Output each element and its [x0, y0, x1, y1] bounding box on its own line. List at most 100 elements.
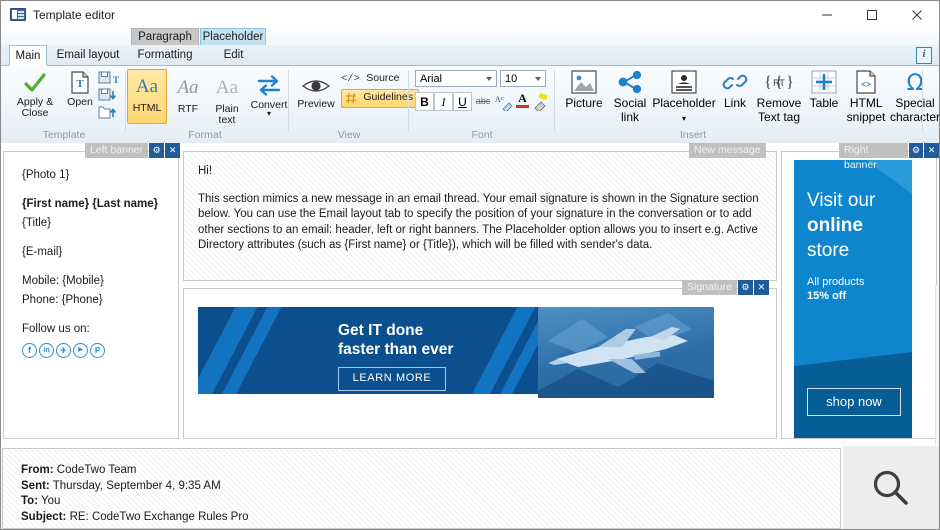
social-link-label-2: link — [620, 110, 639, 124]
right-banner-remove-icon[interactable]: ✕ — [924, 143, 939, 158]
link-button[interactable]: Link — [717, 70, 753, 110]
format-html-button[interactable]: Aa HTML — [127, 69, 167, 124]
link-chain-icon — [722, 70, 748, 94]
remove-text-tag-button[interactable]: { RT } { Remove Text tag — [753, 70, 805, 124]
preview-label: Preview — [297, 98, 335, 110]
banner-photo — [538, 307, 714, 398]
right-banner-image[interactable]: Visit our online store All products 15% … — [794, 160, 912, 438]
template-canvas[interactable]: Left banner ⚙ ✕ {Photo 1} {First name} {… — [1, 143, 939, 445]
shop-now-button[interactable]: shop now — [807, 388, 901, 416]
save-template-icons[interactable]: T — [97, 70, 121, 124]
signature-remove-icon[interactable]: ✕ — [753, 280, 769, 295]
tab-paragraph[interactable]: Paragraph — [131, 28, 199, 45]
linkedin-icon[interactable]: in — [39, 343, 54, 358]
new-message-section-tag: New message — [689, 143, 766, 158]
tab-placeholder[interactable]: Placeholder — [200, 28, 266, 45]
signature-tag-label: Signature — [682, 280, 737, 295]
convert-button[interactable]: Convert ▾ — [247, 70, 291, 118]
ribbon-group-insert: Picture Social link Placeholder ▾ Link {… — [555, 66, 940, 142]
format-plain-text-button[interactable]: Aa Plain text — [207, 70, 247, 126]
left-banner-settings-icon[interactable]: ⚙ — [149, 143, 165, 158]
facebook-icon[interactable]: f — [22, 343, 37, 358]
right-banner-settings-icon[interactable]: ⚙ — [908, 143, 924, 158]
minimize-button[interactable] — [804, 1, 849, 28]
preview-button[interactable]: Preview — [293, 70, 339, 110]
table-label: Table — [809, 96, 839, 110]
svg-text:Ω: Ω — [907, 71, 924, 94]
ribbon-separator-5 — [922, 70, 923, 132]
header-row-sent: Sent: Thursday, September 4, 9:35 AM — [21, 479, 840, 495]
special-character-button[interactable]: Ω Special character — [889, 70, 940, 124]
maximize-button[interactable] — [849, 1, 894, 28]
svg-text:T: T — [113, 75, 119, 85]
previous-message-panel[interactable]: From: CodeTwo Team Sent: Thursday, Septe… — [2, 448, 841, 529]
clear-formatting-icon: A c — [495, 95, 513, 111]
from-value: CodeTwo Team — [56, 464, 137, 476]
open-label: Open — [67, 96, 93, 108]
tab-email-layout[interactable]: Email layout — [49, 45, 127, 66]
close-button[interactable] — [894, 1, 939, 28]
subject-value: RE: CodeTwo Exchange Rules Pro — [69, 510, 249, 523]
open-button[interactable]: T Open — [59, 70, 101, 108]
search-icon — [873, 470, 908, 505]
font-size-select[interactable]: 10 — [500, 70, 546, 87]
name-placeholder: {First name} {Last name} — [22, 198, 159, 210]
template-editor-icon — [10, 8, 26, 21]
html-snippet-icon: <> — [853, 70, 879, 94]
group-label-template: Template — [42, 129, 86, 141]
placeholder-button[interactable]: Placeholder ▾ — [652, 70, 716, 124]
signature-banner-image[interactable]: Get IT done faster than ever LEARN MORE — [198, 307, 714, 398]
search-pane[interactable] — [843, 446, 939, 529]
banner-headline: Get IT done faster than ever — [338, 321, 453, 359]
clear-formatting-button[interactable]: A c — [494, 92, 514, 111]
header-row-subject: Subject: RE: CodeTwo Exchange Rules Pro — [21, 510, 840, 526]
code-tag-icon: </> — [341, 72, 360, 85]
highlight-color-button[interactable] — [532, 92, 550, 111]
left-banner-remove-icon[interactable]: ✕ — [165, 143, 181, 158]
font-color-button[interactable]: A — [514, 92, 531, 111]
underline-button[interactable]: U — [453, 92, 472, 111]
left-banner-panel[interactable]: {Photo 1} {First name} {Last name} {Titl… — [3, 151, 179, 439]
picture-label: Picture — [565, 96, 603, 110]
social-link-label-1: Social — [613, 96, 647, 110]
italic-button[interactable]: I — [434, 92, 453, 111]
twitter-icon[interactable]: ✈ — [56, 343, 71, 358]
contextual-tab-row: Paragraph Placeholder — [1, 28, 939, 45]
signature-panel[interactable]: Get IT done faster than ever LEARN MORE — [183, 288, 777, 439]
picture-button[interactable]: Picture — [561, 70, 607, 110]
info-icon[interactable]: i — [916, 47, 932, 64]
rtf-label: RTF — [177, 103, 199, 115]
pinterest-icon[interactable]: P — [90, 343, 105, 358]
social-share-icon — [617, 70, 643, 94]
ribbon-group-format: Aa HTML Aa RTF Aa Plain text Convert ▾ F… — [125, 66, 287, 142]
bold-button[interactable]: B — [415, 92, 434, 111]
youtube-icon[interactable]: ▶ — [73, 343, 88, 358]
tab-main[interactable]: Main — [9, 45, 47, 66]
font-size-value: 10 — [505, 73, 518, 85]
canvas-scrollbar[interactable] — [935, 285, 939, 445]
title-bar: Template editor — [1, 1, 939, 28]
font-family-select[interactable]: Arial — [415, 70, 497, 87]
apply-and-close-button[interactable]: Apply & Close — [9, 70, 61, 119]
from-label: From: — [21, 464, 54, 476]
new-message-panel[interactable]: Hi! This section mimics a new message in… — [183, 151, 777, 281]
table-button[interactable]: Table — [805, 70, 843, 110]
left-banner-section-tag: Left banner ⚙ ✕ — [85, 143, 181, 158]
chevron-down-icon: ▾ — [681, 114, 686, 123]
chevron-down-icon — [535, 77, 541, 81]
social-link-button[interactable]: Social link — [608, 70, 652, 124]
learn-more-button[interactable]: LEARN MORE — [338, 367, 446, 391]
tab-formatting[interactable]: Formatting — [130, 45, 200, 66]
right-banner-panel[interactable]: Visit our online store All products 15% … — [781, 151, 937, 439]
table-icon — [811, 70, 837, 94]
svg-text:c: c — [501, 96, 504, 102]
html-snippet-button[interactable]: <> HTML snippet — [843, 70, 889, 124]
signature-settings-icon[interactable]: ⚙ — [737, 280, 753, 295]
remove-text-tag-label-2: Text tag — [757, 110, 801, 124]
header-row-to: To: You — [21, 494, 840, 510]
strikethrough-button[interactable]: abc — [473, 92, 493, 111]
highlight-color-icon — [534, 93, 548, 111]
sent-value: Thursday, September 4, 9:35 AM — [52, 479, 221, 492]
tab-edit[interactable]: Edit — [201, 45, 266, 66]
format-rtf-button[interactable]: Aa RTF — [169, 70, 207, 115]
